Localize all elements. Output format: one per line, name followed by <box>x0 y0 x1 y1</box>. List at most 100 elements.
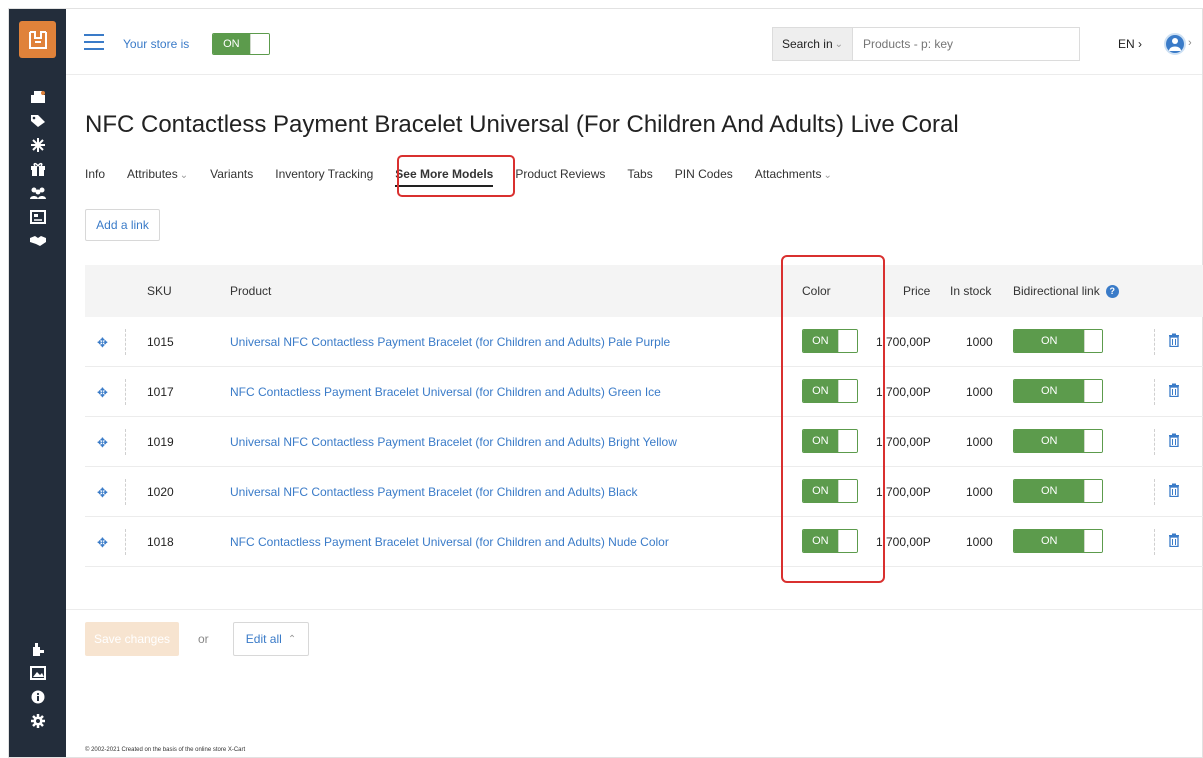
tab-label: Tabs <box>627 167 653 181</box>
header-bidirectional-label: Bidirectional link <box>1013 284 1100 298</box>
sku-cell: 1020 <box>147 485 174 499</box>
toggle-on-label: ON <box>1014 380 1085 402</box>
bidirectional-toggle[interactable]: ON <box>1013 329 1103 353</box>
header-sku[interactable]: SKU <box>147 284 172 298</box>
avatar[interactable] <box>1164 33 1186 55</box>
menu-icon[interactable] <box>84 34 104 50</box>
language-selector[interactable]: EN › <box>1118 37 1142 51</box>
toggle-knob <box>1084 330 1102 352</box>
highlight-box-tab <box>397 155 515 197</box>
divider <box>125 479 126 505</box>
tab-label: Inventory Tracking <box>275 167 374 181</box>
sidebar <box>9 9 66 757</box>
table-row: ✥ 1015 Universal NFC Contactless Payment… <box>85 317 1203 367</box>
product-link[interactable]: Universal NFC Contactless Payment Bracel… <box>230 435 677 449</box>
tab-label: PIN Codes <box>674 167 733 181</box>
trash-icon[interactable] <box>1168 383 1180 397</box>
sku-cell: 1015 <box>147 335 174 349</box>
toggle-knob <box>1084 480 1102 502</box>
toggle-on-label: ON <box>213 34 250 54</box>
stock-cell: 1000 <box>966 485 993 499</box>
product-link[interactable]: Universal NFC Contactless Payment Bracel… <box>230 485 638 499</box>
divider <box>125 529 126 555</box>
tab-tabs[interactable]: Tabs <box>627 167 652 187</box>
divider <box>66 609 1202 610</box>
tab-variants[interactable]: Variants <box>210 167 253 187</box>
search-in-label: Search in <box>781 37 833 51</box>
xcart-logo[interactable] <box>19 21 56 58</box>
trash-icon[interactable] <box>1168 333 1180 347</box>
divider <box>1154 479 1155 505</box>
chevron-down-icon: ⌄ <box>179 170 189 181</box>
edit-all-label: Edit all <box>245 632 282 646</box>
app-window: Your store is ON Search in ⌄ EN › › NFC … <box>8 8 1203 758</box>
sku-cell: 1019 <box>147 435 174 449</box>
header-bidirectional: Bidirectional link? <box>1013 284 1119 299</box>
header-in-stock[interactable]: In stock <box>950 284 991 298</box>
divider <box>1154 329 1155 355</box>
tab-attachments[interactable]: Attachments ⌄ <box>755 167 832 187</box>
search-bar: Search in ⌄ <box>772 27 1080 61</box>
header-price[interactable]: Price <box>903 284 930 298</box>
tab-label: Attributes <box>127 167 178 181</box>
tab-product-reviews[interactable]: Product Reviews <box>515 167 605 187</box>
drag-handle-icon[interactable]: ✥ <box>97 485 108 501</box>
models-table: SKU Product Color Price In stock Bidirec… <box>85 265 1203 567</box>
toggle-knob <box>249 34 269 54</box>
chevron-down-icon: ⌄ <box>834 38 844 50</box>
drag-handle-icon[interactable]: ✥ <box>97 385 108 401</box>
toggle-on-label: ON <box>1014 430 1085 452</box>
drag-handle-icon[interactable]: ✥ <box>97 435 108 451</box>
save-changes-button[interactable]: Save changes <box>85 622 179 656</box>
drag-handle-icon[interactable]: ✥ <box>97 335 108 351</box>
toggle-knob <box>1084 530 1102 552</box>
toggle-knob <box>1084 430 1102 452</box>
product-link[interactable]: NFC Contactless Payment Bracelet Univers… <box>230 385 661 399</box>
handshake-icon[interactable] <box>9 227 66 255</box>
sku-cell: 1017 <box>147 385 174 399</box>
divider <box>125 329 126 355</box>
stock-cell: 1000 <box>966 535 993 549</box>
page-title: NFC Contactless Payment Bracelet Univers… <box>85 111 959 138</box>
product-link[interactable]: NFC Contactless Payment Bracelet Univers… <box>230 535 669 549</box>
chevron-right-icon: › <box>1138 37 1143 51</box>
tab-info[interactable]: Info <box>85 167 105 187</box>
divider <box>1154 379 1155 405</box>
search-in-dropdown[interactable]: Search in ⌄ <box>773 28 853 60</box>
tab-label: Info <box>85 167 106 181</box>
bidirectional-toggle[interactable]: ON <box>1013 429 1103 453</box>
edit-all-button[interactable]: Edit all ⌃ <box>233 622 309 656</box>
trash-icon[interactable] <box>1168 533 1180 547</box>
table-row: ✥ 1020 Universal NFC Contactless Payment… <box>85 467 1203 517</box>
add-link-button[interactable]: Add a link <box>85 209 160 241</box>
bidirectional-toggle[interactable]: ON <box>1013 529 1103 553</box>
help-icon[interactable]: ? <box>1105 285 1119 299</box>
tab-inventory-tracking[interactable]: Inventory Tracking <box>275 167 373 187</box>
language-label: EN <box>1118 37 1135 51</box>
user-icon <box>1169 38 1181 51</box>
search-input[interactable] <box>853 28 1079 60</box>
stock-cell: 1000 <box>966 385 993 399</box>
highlight-box-color-column <box>781 255 885 583</box>
bidirectional-toggle[interactable]: ON <box>1013 479 1103 503</box>
table-row: ✥ 1018 NFC Contactless Payment Bracelet … <box>85 517 1203 567</box>
bidirectional-toggle[interactable]: ON <box>1013 379 1103 403</box>
table-row: ✥ 1017 NFC Contactless Payment Bracelet … <box>85 367 1203 417</box>
tab-label: Variants <box>210 167 254 181</box>
tab-label: Product Reviews <box>515 167 606 181</box>
main-content: NFC Contactless Payment Bracelet Univers… <box>66 75 1203 757</box>
toggle-on-label: ON <box>1014 480 1085 502</box>
tab-pin-codes[interactable]: PIN Codes <box>675 167 733 187</box>
header-product[interactable]: Product <box>230 284 271 298</box>
gear-icon[interactable] <box>9 707 66 735</box>
trash-icon[interactable] <box>1168 483 1180 497</box>
drag-handle-icon[interactable]: ✥ <box>97 535 108 551</box>
store-status-toggle[interactable]: ON <box>212 33 270 55</box>
divider <box>1154 529 1155 555</box>
product-link[interactable]: Universal NFC Contactless Payment Bracel… <box>230 335 670 349</box>
chevron-down-icon: ⌄ <box>823 170 832 181</box>
table-row: ✥ 1019 Universal NFC Contactless Payment… <box>85 417 1203 467</box>
tab-attributes[interactable]: Attributes ⌄ <box>127 167 188 187</box>
trash-icon[interactable] <box>1168 433 1180 447</box>
toggle-on-label: ON <box>1014 530 1085 552</box>
